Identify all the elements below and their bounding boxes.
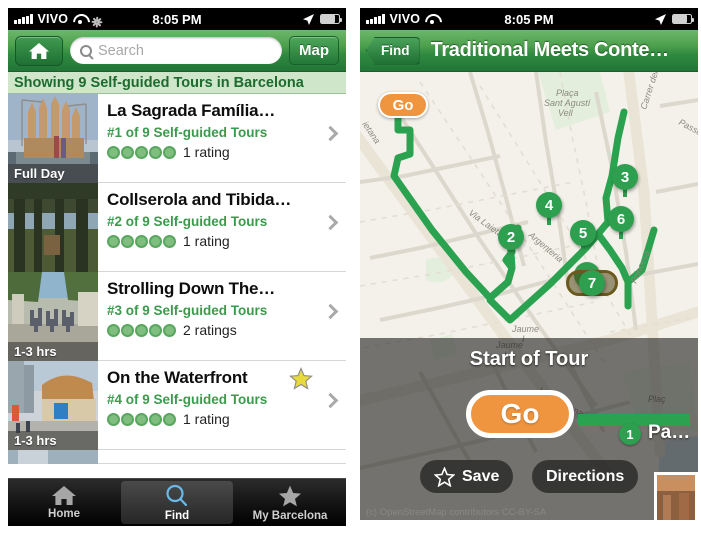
- right-status-bar: VIVO 8:05 PM: [360, 8, 698, 30]
- left-phone-screen: VIVO 8:05 PM Search Map Showing 9 Self-g…: [8, 8, 346, 526]
- page-title: Traditional Meets Conte…: [430, 39, 669, 61]
- home-house-icon: [52, 486, 76, 505]
- tour-title: Strolling Down The…: [107, 279, 276, 298]
- tab-find[interactable]: Find: [121, 481, 233, 524]
- tour-rating: 2 ratings: [107, 322, 346, 338]
- tour-thumbnail: Full Day: [8, 94, 98, 183]
- favorite-star-icon[interactable]: [288, 366, 314, 395]
- map-marker-5[interactable]: 5: [570, 220, 596, 253]
- list-item[interactable]: [8, 450, 346, 464]
- map-marker-7-selected[interactable]: 7: [579, 270, 605, 303]
- duration-badge: Full Day: [8, 164, 98, 183]
- results-subheader: Showing 9 Self-guided Tours in Barcelona: [8, 72, 346, 94]
- map-view[interactable]: Plaça Sant Agustí Vell Carrer del Passei…: [360, 72, 698, 520]
- tour-thumbnail: 1-3 hrs: [8, 361, 98, 450]
- tour-thumbnail: [8, 450, 98, 464]
- tab-label: My Barcelona: [252, 509, 328, 522]
- rating-dots: [107, 323, 176, 337]
- rating-count: 1 rating: [183, 144, 230, 160]
- rating-dots: [107, 234, 176, 248]
- rating-dots: [107, 412, 176, 426]
- list-item[interactable]: Full Day La Sagrada Família… #1 of 9 Sel…: [8, 94, 346, 183]
- poi-thumbnail[interactable]: [654, 472, 698, 520]
- svg-text:Sant Agustí: Sant Agustí: [544, 98, 592, 108]
- tab-label: Home: [48, 508, 80, 520]
- tour-list: Full Day La Sagrada Família… #1 of 9 Sel…: [8, 94, 346, 464]
- star-icon: [278, 485, 302, 506]
- marker-number: 5: [570, 220, 596, 246]
- directions-label: Directions: [546, 467, 625, 485]
- list-item[interactable]: Collserola and Tibida… #2 of 9 Self-guid…: [8, 183, 346, 272]
- home-button[interactable]: [15, 35, 63, 66]
- tour-info: On the Waterfront #4 of 9 Self-guided To…: [98, 361, 346, 449]
- tour-thumbnail: [8, 183, 98, 272]
- tour-rank: #3 of 9 Self-guided Tours: [107, 303, 268, 318]
- tour-title: Collserola and Tibida…: [107, 190, 292, 209]
- bottom-tab-bar: Home Find My Barcelona: [8, 478, 346, 526]
- list-item[interactable]: 1-3 hrs On the Waterfront #4 of 9 Self-g…: [8, 361, 346, 450]
- marker-number: 3: [612, 164, 638, 190]
- status-time: 8:05 PM: [504, 11, 554, 27]
- rating-count: 2 ratings: [183, 322, 237, 338]
- tour-rank: #2 of 9 Self-guided Tours: [107, 214, 268, 229]
- tab-home[interactable]: Home: [8, 479, 120, 526]
- svg-text:Jaume: Jaume: [511, 324, 539, 334]
- search-magnifier-icon: [80, 44, 92, 57]
- right-navbar: Find Traditional Meets Conte…: [360, 30, 698, 72]
- tour-rating: 1 rating: [107, 233, 346, 249]
- list-item[interactable]: 1-3 hrs Strolling Down The… #3 of 9 Self…: [8, 272, 346, 361]
- duration-badge: 1-3 hrs: [8, 431, 98, 450]
- tour-rating: 1 rating: [107, 411, 346, 427]
- tour-thumbnail: 1-3 hrs: [8, 272, 98, 361]
- tour-info: Strolling Down The… #3 of 9 Self-guided …: [98, 272, 346, 360]
- directions-button[interactable]: Directions: [532, 460, 639, 493]
- left-navbar: Search Map: [8, 30, 346, 72]
- right-phone-screen: VIVO 8:05 PM Find Traditional Meets Cont…: [360, 8, 698, 520]
- map-marker-2[interactable]: 2: [498, 224, 524, 257]
- duration-badge: 1-3 hrs: [8, 342, 98, 361]
- star-outline-icon: [434, 466, 455, 487]
- map-marker-4[interactable]: 4: [536, 192, 562, 225]
- map-attribution: (c) OpenStreetMap contributors CC-BY-SA: [366, 507, 547, 518]
- search-placeholder: Search: [98, 42, 144, 59]
- tab-label: Find: [164, 509, 190, 522]
- start-go-marker[interactable]: Go: [378, 92, 428, 118]
- tour-title: La Sagrada Família…: [107, 101, 276, 120]
- tour-info: [98, 450, 346, 463]
- back-button[interactable]: Find: [366, 36, 420, 65]
- marker-number: 2: [498, 224, 524, 250]
- map-button[interactable]: Map: [289, 36, 339, 65]
- go-button[interactable]: Go: [466, 390, 574, 438]
- battery-icon: [672, 14, 695, 24]
- map-marker-3[interactable]: 3: [612, 164, 638, 197]
- home-house-icon: [28, 42, 50, 60]
- save-label: Save: [462, 467, 500, 485]
- tour-rank: #1 of 9 Self-guided Tours: [107, 125, 268, 140]
- rating-count: 1 rating: [183, 411, 230, 427]
- marker-number: 6: [608, 206, 634, 232]
- status-time: 8:05 PM: [152, 11, 202, 27]
- tab-my-barcelona[interactable]: My Barcelona: [234, 479, 346, 526]
- svg-text:Plaça: Plaça: [556, 88, 579, 98]
- tour-rating: 1 rating: [107, 144, 346, 160]
- rating-dots: [107, 145, 176, 159]
- marker-number: 4: [536, 192, 562, 218]
- poi-name-label: Pa…: [648, 422, 691, 443]
- search-input[interactable]: Search: [70, 37, 282, 64]
- tour-info: La Sagrada Família… #1 of 9 Self-guided …: [98, 94, 346, 182]
- poi-number-badge: 1: [619, 423, 641, 445]
- battery-icon: [320, 14, 343, 24]
- search-magnifier-icon: [166, 484, 188, 506]
- marker-number: 7: [579, 270, 605, 296]
- save-button[interactable]: Save: [420, 460, 514, 493]
- map-marker-6[interactable]: 6: [608, 206, 634, 239]
- rating-count: 1 rating: [183, 233, 230, 249]
- left-status-bar: VIVO 8:05 PM: [8, 8, 346, 30]
- svg-text:Vell: Vell: [558, 108, 574, 118]
- screenshot-stage: VIVO 8:05 PM Search Map Showing 9 Self-g…: [0, 0, 701, 535]
- tour-info: Collserola and Tibida… #2 of 9 Self-guid…: [98, 183, 346, 271]
